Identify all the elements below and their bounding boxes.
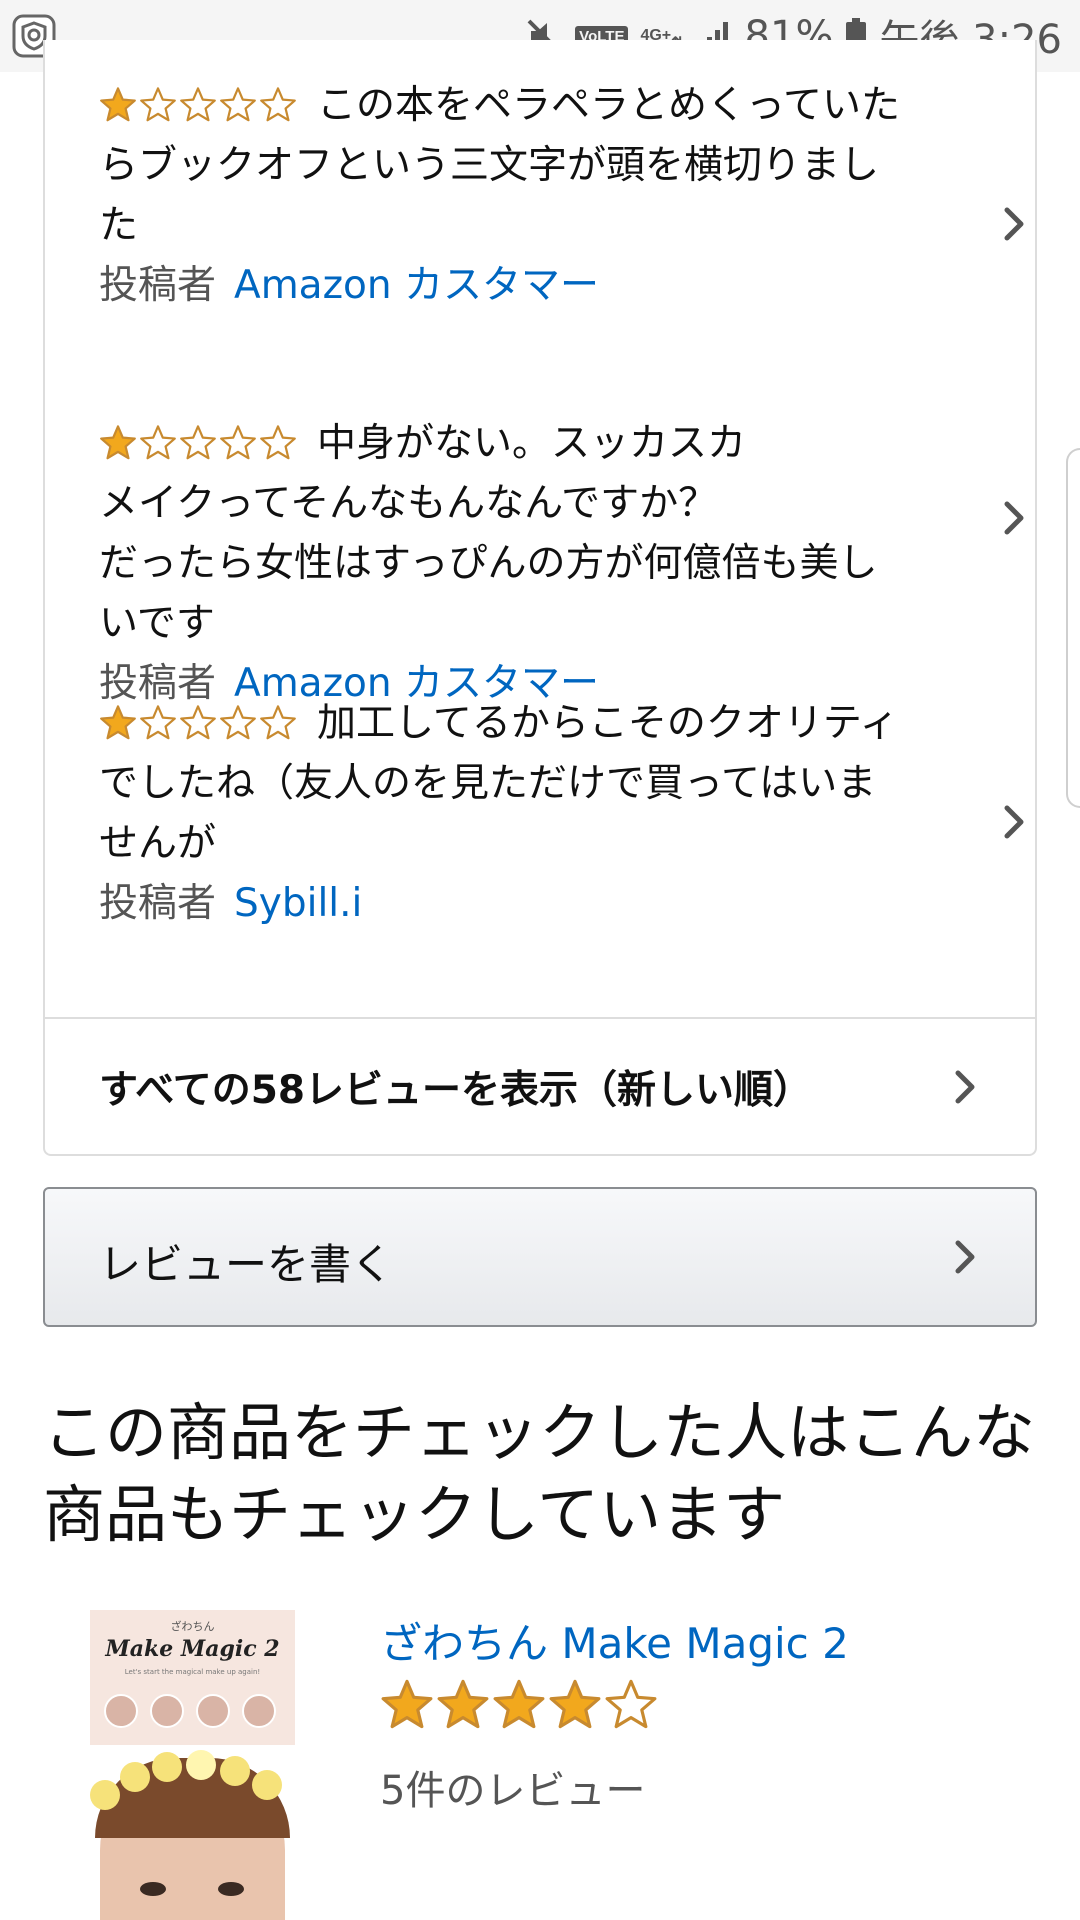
star-empty-icon <box>260 425 296 460</box>
author-prefix: 投稿者 <box>99 881 217 926</box>
review-body: この本をペラペラとめくっていたらブックオフという三文字が頭を横切りました <box>99 76 914 256</box>
star-empty-icon <box>220 705 256 740</box>
star-empty-icon <box>180 705 216 740</box>
cover-subtitle-text: Let's start the magical make up again! <box>124 1668 261 1676</box>
review-body: 中身がない。スッカスカ メイクってそんなもんなんですか？ だったら女性はすっぴん… <box>99 354 914 654</box>
star-empty-icon <box>260 87 296 122</box>
star-filled-icon <box>437 1679 489 1729</box>
star-empty-icon <box>260 705 296 740</box>
cover-flower <box>90 1780 120 1810</box>
star-filled-icon <box>493 1679 545 1729</box>
review-item[interactable]: 中身がない。スッカスカ メイクってそんなもんなんですか？ だったら女性はすっぴん… <box>99 354 1024 714</box>
chevron-right-icon <box>1004 207 1024 241</box>
star-empty-icon <box>140 425 176 460</box>
star-rating <box>99 86 297 124</box>
cover-flower <box>220 1756 250 1786</box>
review-item[interactable]: この本をペラペラとめくっていたらブックオフという三文字が頭を横切りました 投稿者… <box>99 76 1024 316</box>
recommendations-heading: この商品をチェックした人はこんな商品もチェックしています <box>43 1396 1036 1551</box>
review-author-line: 投稿者 Sybill.i <box>99 874 959 934</box>
star-filled-icon <box>100 87 136 122</box>
product-thumbnail[interactable]: ざわちん Make Magic 2 Let's start the magica… <box>90 1610 295 1920</box>
see-all-reviews-label: すべての58レビューを表示（新しい順） <box>99 1068 812 1113</box>
see-all-reviews-link[interactable]: すべての58レビューを表示（新しい順） <box>45 1019 1035 1154</box>
write-review-label: レビューを書く <box>99 1240 394 1289</box>
star-filled-icon <box>549 1679 601 1729</box>
star-empty-icon <box>605 1679 657 1729</box>
star-empty-icon <box>220 425 256 460</box>
cover-eye <box>218 1882 244 1896</box>
cover-series-text: ざわちん <box>170 1620 215 1633</box>
chevron-right-icon <box>955 1240 975 1274</box>
product-star-rating <box>380 1678 658 1732</box>
author-link[interactable]: Sybill.i <box>234 881 362 926</box>
product-title-link[interactable]: ざわちん Make Magic 2 <box>380 1610 849 1671</box>
author-prefix: 投稿者 <box>99 263 217 308</box>
cover-photo-circle <box>150 1694 184 1728</box>
chevron-right-icon <box>1004 805 1024 839</box>
star-empty-icon <box>180 87 216 122</box>
cover-title-text: Make Magic 2 <box>105 1636 280 1662</box>
review-body: 加工してるからこそのクオリティでしたね（友人のを見ただけで買ってはいませんが <box>99 694 914 874</box>
recommended-product[interactable]: ざわちん Make Magic 2 Let's start the magica… <box>90 1610 1040 1920</box>
cover-photo-circle <box>242 1694 276 1728</box>
cover-photo-circle <box>104 1694 138 1728</box>
review-item[interactable]: 加工してるからこそのクオリティでしたね（友人のを見ただけで買ってはいませんが 投… <box>99 694 1024 934</box>
cover-flower <box>252 1770 282 1800</box>
write-review-button[interactable]: レビューを書く <box>43 1187 1037 1327</box>
chevron-right-icon <box>1004 501 1024 535</box>
chevron-right-icon <box>955 1070 975 1104</box>
cover-flower <box>152 1752 182 1782</box>
cover-photo-circle <box>196 1694 230 1728</box>
author-link[interactable]: Amazon カスタマー <box>234 263 599 308</box>
star-rating <box>99 424 297 462</box>
star-rating <box>99 704 297 742</box>
star-filled-icon <box>381 1679 433 1729</box>
star-empty-icon <box>220 87 256 122</box>
cover-flower <box>120 1762 150 1792</box>
review-author-line: 投稿者 Amazon カスタマー <box>99 256 959 316</box>
cover-eye <box>140 1882 166 1896</box>
edge-panel-handle[interactable] <box>1066 448 1080 808</box>
star-empty-icon <box>140 705 176 740</box>
product-review-count[interactable]: 5件のレビュー <box>380 1758 645 1816</box>
star-filled-icon <box>100 705 136 740</box>
star-empty-icon <box>180 425 216 460</box>
review-list-card: この本をペラペラとめくっていたらブックオフという三文字が頭を横切りました 投稿者… <box>43 40 1037 1156</box>
star-empty-icon <box>140 87 176 122</box>
star-filled-icon <box>100 425 136 460</box>
cover-flower <box>186 1750 216 1780</box>
